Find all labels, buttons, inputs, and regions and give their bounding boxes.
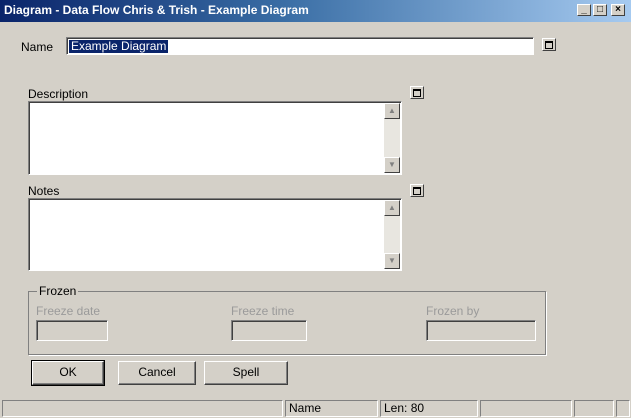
frozen-by-label: Frozen by — [426, 304, 480, 318]
status-length: Len: 80 — [380, 400, 478, 417]
cancel-button[interactable]: Cancel — [118, 361, 196, 385]
name-label: Name — [21, 40, 54, 54]
minimize-button[interactable]: _ — [577, 4, 591, 16]
notes-label: Notes — [28, 184, 60, 198]
freeze-time-label: Freeze time — [231, 304, 295, 318]
frozen-group-title: Frozen — [37, 284, 79, 298]
description-label: Description — [28, 87, 89, 101]
freeze-date-field — [36, 320, 108, 341]
close-button[interactable]: × — [611, 4, 625, 16]
title-bar[interactable]: Diagram - Data Flow Chris & Trish - Exam… — [0, 0, 631, 22]
notes-scrollbar[interactable]: ▲ ▼ — [384, 200, 400, 269]
freeze-time-field — [231, 320, 307, 341]
description-textarea[interactable]: ▲ ▼ — [28, 101, 402, 175]
notes-textarea[interactable]: ▲ ▼ — [28, 198, 402, 271]
status-pane-5 — [574, 400, 614, 417]
description-expand-button[interactable] — [410, 86, 424, 99]
window-title: Diagram - Data Flow Chris & Trish - Exam… — [4, 3, 309, 17]
status-field-name: Name — [285, 400, 378, 417]
scroll-down-icon[interactable]: ▼ — [384, 157, 400, 173]
scroll-up-icon[interactable]: ▲ — [384, 103, 400, 119]
minimize-icon: _ — [581, 4, 587, 15]
freeze-date-label: Freeze date — [36, 304, 101, 318]
name-expand-button[interactable] — [542, 38, 556, 51]
name-input-value: Example Diagram — [69, 39, 169, 53]
status-bar: Name Len: 80 — [0, 398, 631, 418]
scroll-down-icon[interactable]: ▼ — [384, 253, 400, 269]
maximize-icon: □ — [596, 4, 604, 15]
size-grip[interactable] — [616, 400, 630, 417]
ok-button[interactable]: OK — [31, 360, 105, 386]
scroll-up-icon[interactable]: ▲ — [384, 200, 400, 216]
dialog-window: Diagram - Data Flow Chris & Trish - Exam… — [0, 0, 631, 418]
maximize-button[interactable]: □ — [593, 4, 607, 16]
frozen-by-field — [426, 320, 536, 341]
status-pane-main — [2, 400, 283, 417]
notes-expand-button[interactable] — [410, 184, 424, 197]
name-input[interactable]: Example Diagram — [66, 37, 534, 55]
status-pane-4 — [480, 400, 572, 417]
spell-button[interactable]: Spell — [204, 361, 288, 385]
close-icon: × — [615, 4, 621, 15]
description-scrollbar[interactable]: ▲ ▼ — [384, 103, 400, 173]
